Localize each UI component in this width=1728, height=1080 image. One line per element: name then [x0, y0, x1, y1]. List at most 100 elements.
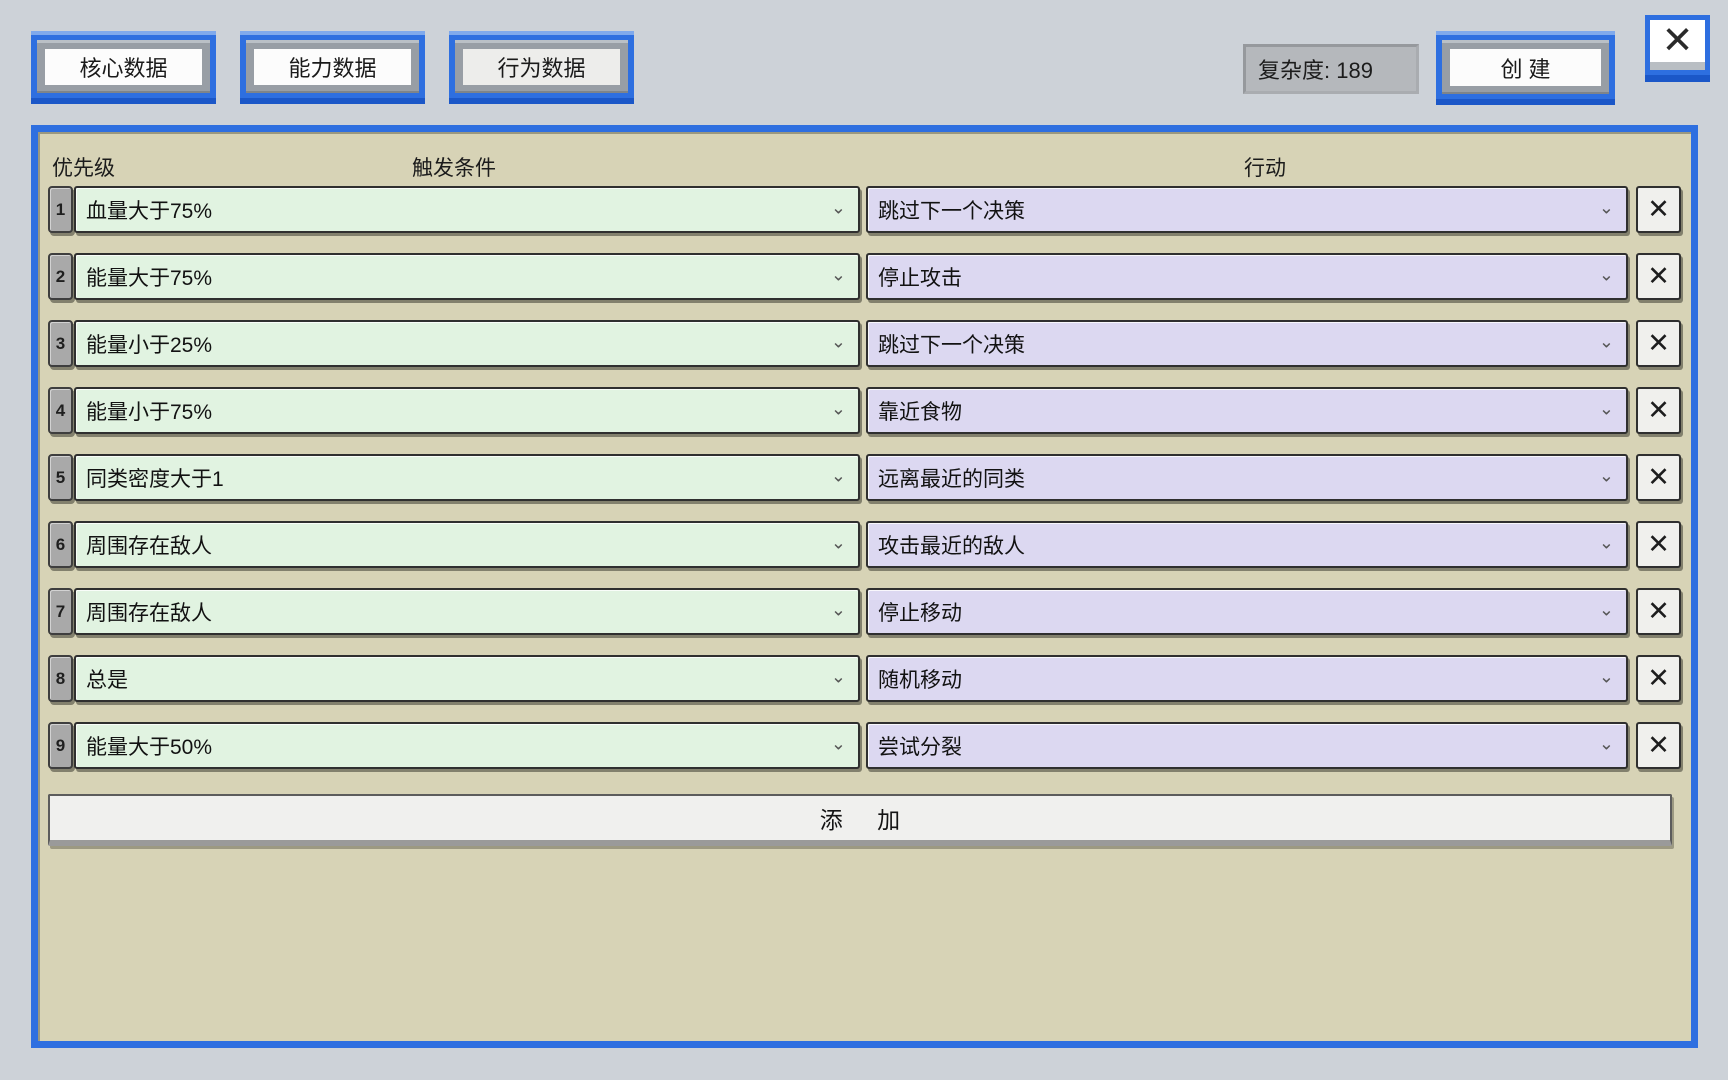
chevron-down-icon: ⌄ — [831, 264, 846, 285]
chevron-down-icon: ⌄ — [831, 197, 846, 218]
close-icon: ✕ — [1647, 330, 1670, 357]
delete-row-button[interactable]: ✕ — [1636, 253, 1681, 300]
condition-select[interactable]: 能量小于75% ⌄ — [74, 387, 860, 434]
delete-row-button[interactable]: ✕ — [1636, 722, 1681, 769]
column-headers: 优先级 触发条件 行动 — [48, 144, 1681, 186]
action-value: 跳过下一个决策 — [878, 329, 1025, 359]
close-button[interactable]: ✕ — [1645, 15, 1710, 82]
action-select[interactable]: 停止移动 ⌄ — [866, 588, 1628, 635]
rules-list: 1 血量大于75% ⌄ 跳过下一个决策 ⌄ ✕ 2 能量大于75% ⌄ 停止攻击… — [48, 186, 1681, 769]
tab-ability-data[interactable]: 能力数据 — [240, 31, 425, 104]
rule-row: 2 能量大于75% ⌄ 停止攻击 ⌄ ✕ — [48, 253, 1681, 300]
create-button-frame: 创 建 — [1442, 40, 1609, 94]
rule-row: 8 总是 ⌄ 随机移动 ⌄ ✕ — [48, 655, 1681, 702]
delete-row-button[interactable]: ✕ — [1636, 186, 1681, 233]
tab-frame: 行为数据 — [455, 40, 628, 93]
chevron-down-icon: ⌄ — [831, 599, 846, 620]
delete-row-button[interactable]: ✕ — [1636, 588, 1681, 635]
tab-frame: 核心数据 — [37, 40, 210, 93]
rule-row: 5 同类密度大于1 ⌄ 远离最近的同类 ⌄ ✕ — [48, 454, 1681, 501]
rule-row: 4 能量小于75% ⌄ 靠近食物 ⌄ ✕ — [48, 387, 1681, 434]
action-header: 行动 — [1244, 152, 1286, 182]
behavior-rules-panel: 优先级 触发条件 行动 1 血量大于75% ⌄ 跳过下一个决策 ⌄ ✕ 2 能量… — [31, 125, 1698, 1048]
condition-value: 能量小于25% — [86, 329, 212, 359]
condition-select[interactable]: 周围存在敌人 ⌄ — [74, 588, 860, 635]
chevron-down-icon: ⌄ — [1599, 465, 1614, 486]
condition-header: 触发条件 — [412, 152, 496, 182]
chevron-down-icon: ⌄ — [1599, 197, 1614, 218]
add-rule-button[interactable]: 添 加 — [48, 794, 1672, 846]
action-select[interactable]: 攻击最近的敌人 ⌄ — [866, 521, 1628, 568]
condition-value: 周围存在敌人 — [86, 530, 212, 560]
condition-select[interactable]: 能量大于50% ⌄ — [74, 722, 860, 769]
condition-value: 能量大于75% — [86, 262, 212, 292]
rule-row: 3 能量小于25% ⌄ 跳过下一个决策 ⌄ ✕ — [48, 320, 1681, 367]
condition-select[interactable]: 能量大于75% ⌄ — [74, 253, 860, 300]
chevron-down-icon: ⌄ — [1599, 264, 1614, 285]
delete-row-button[interactable]: ✕ — [1636, 387, 1681, 434]
rule-priority-number: 6 — [48, 521, 73, 568]
condition-value: 总是 — [86, 664, 128, 694]
tab-frame: 能力数据 — [246, 40, 419, 93]
action-value: 停止攻击 — [878, 262, 962, 292]
action-value: 攻击最近的敌人 — [878, 530, 1025, 560]
close-icon: ✕ — [1647, 598, 1670, 625]
complexity-badge: 复杂度: 189 — [1243, 44, 1419, 94]
create-button-label: 创 建 — [1450, 49, 1601, 86]
tab-core-data[interactable]: 核心数据 — [31, 31, 216, 104]
close-icon: ✕ — [1647, 397, 1670, 424]
chevron-down-icon: ⌄ — [1599, 666, 1614, 687]
delete-row-button[interactable]: ✕ — [1636, 320, 1681, 367]
condition-select[interactable]: 总是 ⌄ — [74, 655, 860, 702]
rule-priority-number: 8 — [48, 655, 73, 702]
condition-select[interactable]: 周围存在敌人 ⌄ — [74, 521, 860, 568]
close-icon: ✕ — [1650, 20, 1705, 70]
close-icon: ✕ — [1647, 196, 1670, 223]
rule-priority-number: 1 — [48, 186, 73, 233]
action-value: 远离最近的同类 — [878, 463, 1025, 493]
action-select[interactable]: 靠近食物 ⌄ — [866, 387, 1628, 434]
chevron-down-icon: ⌄ — [831, 331, 846, 352]
action-value: 跳过下一个决策 — [878, 195, 1025, 225]
close-icon: ✕ — [1647, 263, 1670, 290]
delete-row-button[interactable]: ✕ — [1636, 655, 1681, 702]
chevron-down-icon: ⌄ — [831, 465, 846, 486]
condition-select[interactable]: 能量小于25% ⌄ — [74, 320, 860, 367]
chevron-down-icon: ⌄ — [1599, 599, 1614, 620]
tab-label: 核心数据 — [45, 49, 202, 85]
chevron-down-icon: ⌄ — [1599, 398, 1614, 419]
close-icon: ✕ — [1647, 531, 1670, 558]
chevron-down-icon: ⌄ — [1599, 331, 1614, 352]
action-select[interactable]: 尝试分裂 ⌄ — [866, 722, 1628, 769]
rule-priority-number: 5 — [48, 454, 73, 501]
condition-value: 周围存在敌人 — [86, 597, 212, 627]
condition-value: 血量大于75% — [86, 195, 212, 225]
chevron-down-icon: ⌄ — [831, 733, 846, 754]
action-select[interactable]: 随机移动 ⌄ — [866, 655, 1628, 702]
chevron-down-icon: ⌄ — [1599, 532, 1614, 553]
action-select[interactable]: 跳过下一个决策 ⌄ — [866, 320, 1628, 367]
tab-label: 行为数据 — [463, 49, 620, 85]
chevron-down-icon: ⌄ — [1599, 733, 1614, 754]
rule-row: 6 周围存在敌人 ⌄ 攻击最近的敌人 ⌄ ✕ — [48, 521, 1681, 568]
close-icon: ✕ — [1647, 464, 1670, 491]
condition-select[interactable]: 同类密度大于1 ⌄ — [74, 454, 860, 501]
top-tab-bar: 核心数据 能力数据 行为数据 — [31, 31, 634, 104]
chevron-down-icon: ⌄ — [831, 398, 846, 419]
condition-value: 同类密度大于1 — [86, 463, 224, 493]
action-select[interactable]: 跳过下一个决策 ⌄ — [866, 186, 1628, 233]
action-select[interactable]: 停止攻击 ⌄ — [866, 253, 1628, 300]
create-button[interactable]: 创 建 — [1436, 31, 1615, 105]
action-value: 停止移动 — [878, 597, 962, 627]
action-value: 随机移动 — [878, 664, 962, 694]
condition-value: 能量小于75% — [86, 396, 212, 426]
action-value: 尝试分裂 — [878, 731, 962, 761]
action-select[interactable]: 远离最近的同类 ⌄ — [866, 454, 1628, 501]
delete-row-button[interactable]: ✕ — [1636, 521, 1681, 568]
action-value: 靠近食物 — [878, 396, 962, 426]
rule-priority-number: 3 — [48, 320, 73, 367]
tab-behavior-data[interactable]: 行为数据 — [449, 31, 634, 104]
condition-select[interactable]: 血量大于75% ⌄ — [74, 186, 860, 233]
delete-row-button[interactable]: ✕ — [1636, 454, 1681, 501]
rule-row: 1 血量大于75% ⌄ 跳过下一个决策 ⌄ ✕ — [48, 186, 1681, 233]
